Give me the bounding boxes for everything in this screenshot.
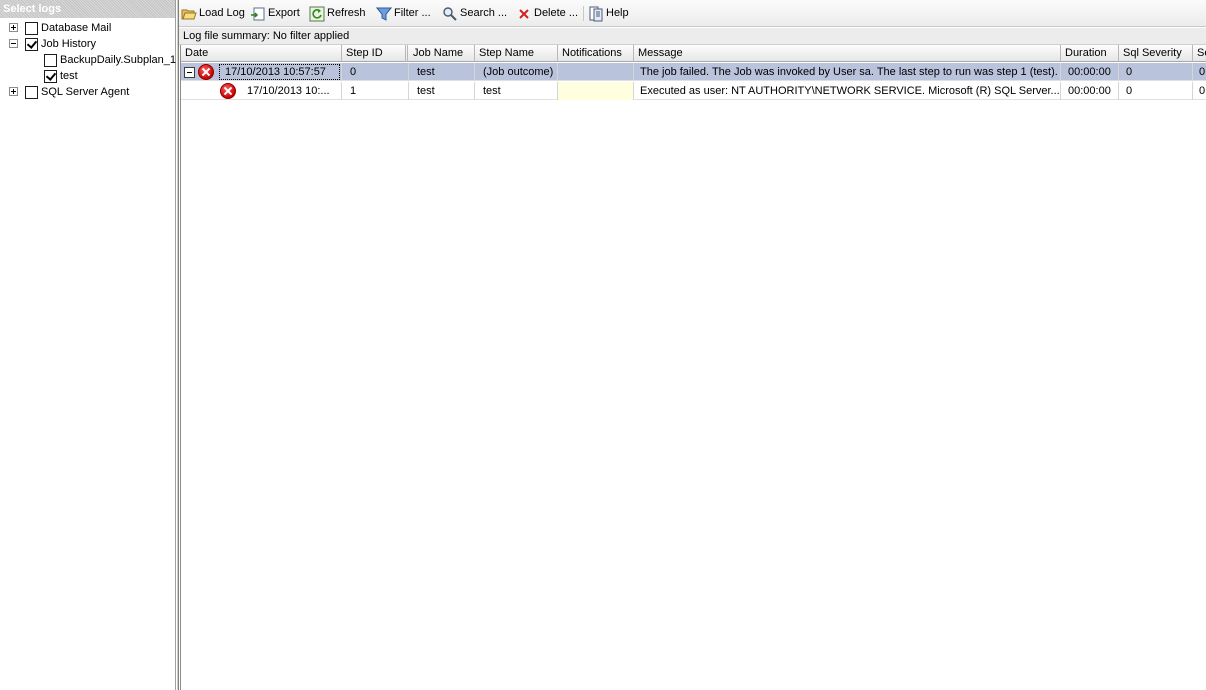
step-name-cell: test (475, 82, 558, 100)
sql-severity-cell: 0 (1119, 82, 1193, 100)
column-header-sql-severity[interactable]: Sql Severity (1119, 45, 1193, 62)
checkbox-test[interactable] (44, 70, 57, 83)
checkbox-job-history[interactable] (25, 38, 38, 51)
log-grid[interactable]: Date Step ID Job Name Step Name Notifica… (180, 45, 1206, 690)
date-cell: 17/10/2013 10:... (181, 82, 342, 100)
tree-label: Database Mail (41, 22, 112, 34)
checkbox-sql-server-agent[interactable] (25, 86, 38, 99)
help-book-icon (588, 6, 604, 22)
load-log-button[interactable]: Load Log (181, 4, 245, 23)
extra-cell: 0 (1193, 63, 1206, 81)
log-viewer-pane: Load Log Export Refresh Filter ... Searc… (179, 0, 1206, 690)
message-cell: The job failed. The Job was invoked by U… (634, 63, 1061, 81)
duration-cell: 00:00:00 (1061, 82, 1119, 100)
job-name-cell: test (409, 63, 475, 81)
column-header-step-name[interactable]: Step Name (475, 45, 558, 62)
help-button[interactable]: Help (588, 4, 629, 23)
collapse-minus-icon[interactable] (9, 39, 18, 48)
delete-label: Delete ... (534, 7, 579, 19)
load-log-label: Load Log (199, 7, 245, 19)
delete-x-icon (516, 6, 532, 22)
step-id-cell: 0 (342, 63, 409, 81)
search-button[interactable]: Search ... (442, 4, 507, 23)
error-status-icon (220, 83, 236, 99)
expand-plus-icon[interactable] (9, 87, 18, 96)
column-header-date[interactable]: Date (181, 45, 342, 62)
filter-funnel-icon (375, 6, 393, 22)
tree-item-test[interactable]: test (0, 68, 176, 84)
export-label: Export (268, 7, 300, 19)
delete-button[interactable]: Delete ... (516, 4, 578, 23)
column-header-step-id[interactable]: Step ID (342, 45, 408, 62)
sql-severity-cell: 0 (1119, 63, 1193, 81)
collapse-row-icon[interactable] (184, 67, 195, 78)
duration-cell: 00:00:00 (1061, 63, 1119, 81)
tree-item-job-history[interactable]: Job History (0, 36, 176, 52)
tree-item-backupdaily-subplan[interactable]: BackupDaily.Subplan_1 (0, 52, 176, 68)
export-button[interactable]: Export (250, 4, 300, 23)
tree-label: test (60, 70, 78, 82)
column-header-extra[interactable]: Se (1193, 45, 1206, 62)
step-name-cell: (Job outcome) (475, 63, 558, 81)
log-summary-label: Log file summary: No filter applied (179, 28, 1206, 45)
toolbar-separator (583, 6, 584, 21)
job-name-cell: test (409, 82, 475, 100)
column-header-duration[interactable]: Duration (1061, 45, 1119, 62)
grid-header: Date Step ID Job Name Step Name Notifica… (181, 45, 1206, 62)
column-header-message[interactable]: Message (634, 45, 1061, 62)
table-row[interactable]: 17/10/2013 10:... 1 test test Executed a… (181, 82, 1206, 100)
date-cell: 17/10/2013 10:57:57 (181, 63, 342, 81)
column-header-notifications[interactable]: Notifications (558, 45, 634, 62)
search-label: Search ... (460, 7, 508, 19)
search-icon (442, 6, 458, 22)
log-selector-pane: Select logs Database Mail Job History Ba… (0, 0, 176, 690)
date-value: 17/10/2013 10:... (247, 85, 330, 97)
export-icon (250, 6, 266, 22)
step-id-cell: 1 (342, 82, 409, 100)
error-status-icon (198, 64, 214, 80)
refresh-icon (309, 6, 325, 22)
message-cell: Executed as user: NT AUTHORITY\NETWORK S… (634, 82, 1061, 100)
select-logs-title: Select logs (0, 0, 175, 18)
notifications-cell (558, 63, 634, 81)
date-value: 17/10/2013 10:57:57 (225, 66, 326, 78)
tree-item-sql-server-agent[interactable]: SQL Server Agent (0, 84, 176, 100)
checkbox-database-mail[interactable] (25, 22, 38, 35)
expand-plus-icon[interactable] (9, 23, 18, 32)
extra-cell: 0 (1193, 82, 1206, 100)
help-label: Help (606, 7, 629, 19)
column-header-job-name[interactable]: Job Name (409, 45, 475, 62)
table-row[interactable]: 17/10/2013 10:57:57 0 test (Job outcome)… (181, 63, 1206, 81)
folder-open-icon (181, 6, 197, 22)
toolbar: Load Log Export Refresh Filter ... Searc… (179, 0, 1206, 27)
tree-item-database-mail[interactable]: Database Mail (0, 20, 176, 36)
refresh-button[interactable]: Refresh (309, 4, 366, 23)
refresh-label: Refresh (327, 7, 366, 19)
checkbox-backupdaily-subplan[interactable] (44, 54, 57, 67)
tree-label: BackupDaily.Subplan_1 (60, 54, 176, 66)
notifications-cell (558, 82, 634, 100)
filter-label: Filter ... (394, 7, 431, 19)
tree-label: Job History (41, 38, 97, 50)
tree-label: SQL Server Agent (41, 86, 130, 98)
filter-button[interactable]: Filter ... (375, 4, 431, 23)
